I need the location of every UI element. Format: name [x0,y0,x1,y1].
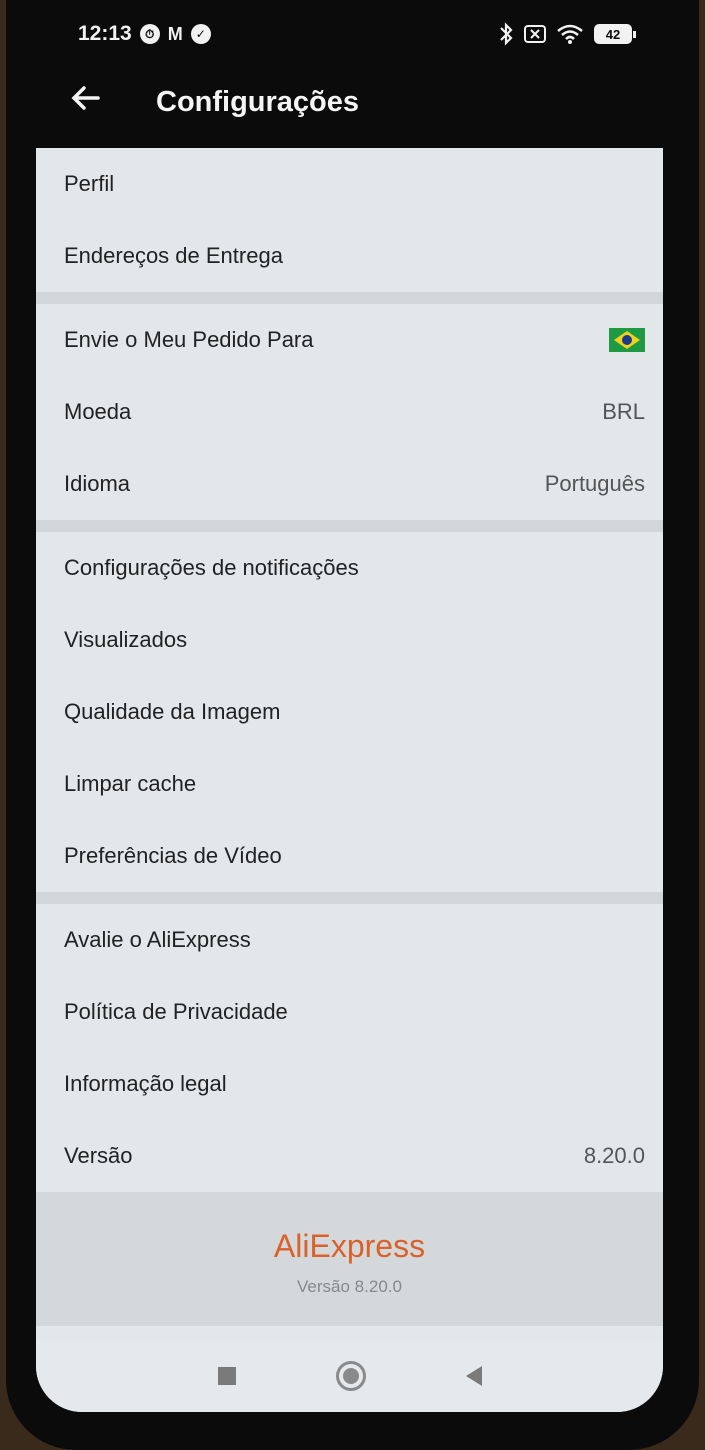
settings-section-account: Perfil Endereços de Entrega [36,148,663,292]
settings-section-region: Envie o Meu Pedido Para Moeda BRL Idioma… [36,304,663,520]
check-icon: ✓ [190,24,211,44]
settings-item-label: Qualidade da Imagem [64,699,281,724]
aliexpress-logo: AliExpress [273,1228,426,1264]
settings-item-profile[interactable]: Perfil [36,148,663,220]
settings-item-label: Idioma [64,471,131,496]
settings-item-label: Visualizados [64,627,188,652]
settings-item-ship-to[interactable]: Envie o Meu Pedido Para [36,304,663,376]
footer-version: Versão 8.20.0 [297,1277,402,1296]
settings-item-version: Versão 8.20.0 [36,1120,663,1192]
settings-item-label: Informação legal [64,1071,227,1096]
settings-item-image-quality[interactable]: Qualidade da Imagem [36,676,663,748]
settings-item-label: Perfil [64,171,115,196]
settings-item-viewed[interactable]: Visualizados [36,604,663,676]
settings-item-label: Configurações de notificações [64,555,359,580]
settings-item-language[interactable]: Idioma Português [36,448,663,520]
recent-apps-icon[interactable] [217,1367,236,1385]
settings-section-about: Avalie o AliExpress Política de Privacid… [36,904,663,1192]
app-bar: Configurações [0,70,705,150]
mute-icon [524,24,546,44]
arrow-left-icon[interactable] [66,80,106,120]
home-icon[interactable] [335,1361,366,1391]
settings-item-rate-app[interactable]: Avalie o AliExpress [36,904,663,976]
section-divider [36,892,663,904]
settings-item-label: Endereços de Entrega [64,243,283,268]
page-title: Configurações [156,86,360,118]
settings-item-notifications[interactable]: Configurações de notificações [36,532,663,604]
language-value: Português [544,471,645,496]
section-divider [36,292,663,304]
app-footer: AliExpress Versão 8.20.0 [36,1192,663,1326]
settings-screen: Perfil Endereços de Entrega Envie o Meu … [36,148,663,1412]
settings-item-video-preferences[interactable]: Preferências de Vídeo [36,820,663,892]
status-right: 42 [498,22,636,46]
settings-item-label: Envie o Meu Pedido Para [64,327,314,352]
settings-item-legal-info[interactable]: Informação legal [36,1048,663,1120]
settings-item-currency[interactable]: Moeda BRL [36,376,663,448]
brazil-flag-icon [609,328,645,352]
gmail-icon: M [167,23,183,44]
bluetooth-icon [498,22,514,46]
settings-item-label: Limpar cache [64,771,197,796]
settings-item-label: Versão [64,1143,133,1168]
battery-icon: 42 [594,24,636,44]
back-icon[interactable] [465,1366,482,1386]
status-time: 12:13 [78,22,132,45]
settings-item-label: Preferências de Vídeo [64,843,282,868]
clock-icon: ⏱ [139,24,160,44]
settings-item-label: Moeda [64,399,132,424]
settings-item-label: Avalie o AliExpress [64,927,251,952]
section-divider [36,520,663,532]
currency-value: BRL [602,399,645,424]
system-nav-bar [36,1340,663,1412]
status-left: 12:13 ⏱ M ✓ [78,22,211,46]
settings-item-label: Política de Privacidade [64,999,288,1024]
settings-item-addresses[interactable]: Endereços de Entrega [36,220,663,292]
wifi-icon [556,23,584,45]
version-value: 8.20.0 [583,1143,645,1168]
settings-section-preferences: Configurações de notificações Visualizad… [36,532,663,892]
status-bar: 12:13 ⏱ M ✓ 42 [0,0,705,70]
settings-item-clear-cache[interactable]: Limpar cache [36,748,663,820]
settings-item-privacy-policy[interactable]: Política de Privacidade [36,976,663,1048]
